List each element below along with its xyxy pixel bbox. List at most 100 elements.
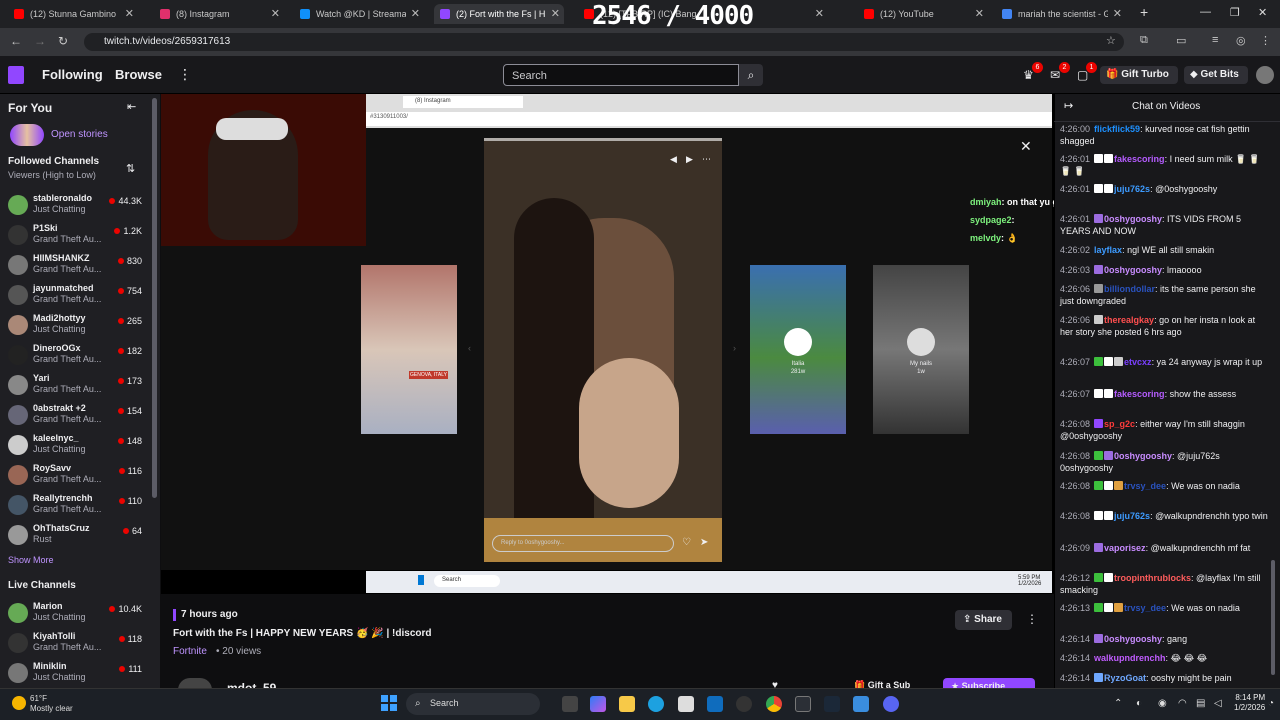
close-stories-icon[interactable]: ✕ [1020, 138, 1032, 155]
nav-browse[interactable]: Browse [115, 67, 162, 82]
forward-icon[interactable]: → [34, 34, 46, 48]
chat-username[interactable]: etvcxz [1124, 357, 1152, 367]
chat-username[interactable]: 0oshygooshy [1104, 214, 1162, 224]
chat-username[interactable]: sp_g2c [1104, 419, 1135, 429]
chat-username[interactable]: trvsy_dee [1124, 603, 1166, 613]
settings-app-icon[interactable] [736, 696, 752, 712]
browser-tab[interactable]: (12) Stunna Gambino ✕ [8, 4, 138, 24]
copilot-icon[interactable] [590, 696, 606, 712]
terminal-icon[interactable] [795, 696, 811, 712]
close-window-icon[interactable]: ✕ [1258, 6, 1267, 19]
share-button[interactable]: ⇪ Share [955, 610, 1012, 630]
sidebar-scrollbar[interactable] [152, 98, 157, 498]
cast-icon[interactable]: ▭ [1176, 34, 1186, 47]
store-icon[interactable] [678, 696, 694, 712]
sidebar-channel[interactable]: RoySavv Grand Theft Au... 116 [0, 463, 150, 493]
profile-icon[interactable]: ◎ [1236, 34, 1246, 47]
sidebar-channel[interactable]: 0abstrakt +2 Grand Theft Au... 154 [0, 403, 150, 433]
send-icon[interactable]: ➤ [700, 537, 708, 548]
network-icon[interactable]: ▤ [1196, 698, 1205, 709]
video-more-icon[interactable]: ⋮ [1026, 612, 1038, 626]
sidebar-channel[interactable]: Marion Just Chatting 10.4K [0, 601, 150, 631]
sidebar-channel[interactable]: jayunmatched Grand Theft Au... 754 [0, 283, 150, 313]
discord-icon[interactable] [883, 696, 899, 712]
tray-app2-icon[interactable]: ◉ [1158, 698, 1167, 709]
sidebar-channel[interactable]: Miniklin Just Chatting 111 [0, 661, 150, 691]
sidebar-channel[interactable]: OhThatsCruz Rust 64 [0, 523, 150, 553]
browser-tab[interactable]: (8) Instagram ✕ [154, 4, 284, 24]
wifi-icon[interactable]: ◠ [1178, 698, 1187, 709]
steam-icon[interactable] [824, 696, 840, 712]
play-icon[interactable]: ▶ [686, 154, 693, 165]
chat-username[interactable]: fakescoring [1114, 154, 1165, 164]
minimize-icon[interactable]: — [1200, 6, 1211, 18]
sidebar-channel[interactable]: HIIMSHANKZ Grand Theft Au... 830 [0, 253, 150, 283]
chat-username[interactable]: trvsy_dee [1124, 481, 1166, 491]
twitch-logo-icon[interactable] [8, 66, 24, 84]
story-thumbnail-1[interactable]: GENOVA, ITALY [361, 265, 457, 434]
expand-chat-icon[interactable]: ↦ [1064, 99, 1073, 112]
chat-username[interactable]: therealgkay [1104, 315, 1154, 325]
open-stories-link[interactable]: Open stories [51, 129, 108, 140]
chat-username[interactable]: walkupndrenchh [1094, 653, 1166, 663]
close-tab-icon[interactable]: ✕ [815, 7, 824, 20]
sidebar-channel[interactable]: kaleelnyc_ Just Chatting 148 [0, 433, 150, 463]
chat-username[interactable]: vaporisez [1104, 543, 1146, 553]
sidebar-channel[interactable]: Madi2hottyy Just Chatting 265 [0, 313, 150, 343]
windows-search[interactable]: Search [406, 693, 540, 715]
more-menu-icon[interactable]: ⋮ [178, 66, 192, 83]
get-bits-button[interactable]: ◆ Get Bits [1184, 66, 1248, 84]
user-avatar[interactable] [1256, 66, 1274, 84]
weather-widget[interactable]: 61°F Mostly clear [30, 694, 73, 714]
sidebar-channel[interactable]: DineroOGx Grand Theft Au... 182 [0, 343, 150, 373]
sidebar-channel[interactable]: KiyahTolli Grand Theft Au... 118 [0, 631, 150, 661]
chat-username[interactable]: 0oshygooshy [1114, 451, 1172, 461]
story-reply-input[interactable]: Reply to 0oshygooshy... [492, 535, 674, 552]
chat-username[interactable]: 0oshygooshy [1104, 265, 1162, 275]
url-input[interactable]: twitch.tv/videos/2659317613 [84, 33, 1124, 51]
tray-chevron-icon[interactable]: ⌃ [1114, 698, 1122, 709]
story-thumbnail-2[interactable]: Italia 281w [750, 265, 846, 434]
maximize-icon[interactable]: ❐ [1230, 6, 1240, 19]
like-icon[interactable]: ♡ [682, 537, 691, 548]
chat-username[interactable]: layflax [1094, 245, 1122, 255]
inbox-icon[interactable]: ✉ [1050, 68, 1060, 82]
chat-scrollbar[interactable] [1271, 560, 1275, 675]
close-tab-icon[interactable]: ✕ [551, 7, 560, 20]
search-input[interactable]: Search [503, 64, 739, 86]
bookmark-star-icon[interactable]: ☆ [1106, 34, 1116, 47]
new-tab-icon[interactable]: + [1140, 4, 1148, 20]
next-story-icon[interactable]: › [733, 343, 736, 353]
media-icon[interactable]: ≡ [1212, 34, 1218, 46]
chat-username[interactable]: fakescoring [1114, 389, 1165, 399]
show-more-link[interactable]: Show More [8, 555, 54, 565]
file-explorer-icon[interactable] [619, 696, 635, 712]
sidebar-channel[interactable]: stableronaldo Just Chatting 44.3K [0, 193, 150, 223]
stories-avatar[interactable] [10, 124, 44, 146]
sidebar-channel[interactable]: Reallytrenchh Grand Theft Au... 110 [0, 493, 150, 523]
chat-username[interactable]: troopinthrublocks [1114, 573, 1191, 583]
task-view-icon[interactable] [562, 696, 578, 712]
edge-icon[interactable] [648, 696, 664, 712]
close-tab-icon[interactable]: ✕ [1113, 7, 1122, 20]
story-thumbnail-3[interactable]: My nails 1w [873, 265, 969, 434]
close-tab-icon[interactable]: ✕ [411, 7, 420, 20]
system-clock[interactable]: 8:14 PM 1/2/2026 [1234, 693, 1265, 713]
close-tab-icon[interactable]: ✕ [271, 7, 280, 20]
prev-story-icon[interactable]: ‹ [468, 343, 471, 353]
nav-following[interactable]: Following [42, 67, 103, 82]
chat-username[interactable]: juju762s [1114, 184, 1150, 194]
sort-icon[interactable]: ⇅ [126, 162, 135, 175]
notification-bell-icon[interactable]: ◔ [1268, 698, 1274, 709]
photos-icon[interactable] [853, 696, 869, 712]
browser-tab[interactable]: (12) YouTube ✕ [858, 4, 988, 24]
search-icon[interactable]: ⌕ [739, 64, 763, 86]
browser-tab[interactable]: (2) Fort with the Fs | H ✕ [434, 4, 564, 24]
chat-username[interactable]: juju762s [1114, 511, 1150, 521]
mute-icon[interactable]: ◀ [670, 154, 677, 165]
browser-tab[interactable]: mariah the scientist - Goo ✕ [996, 4, 1126, 24]
collapse-sidebar-icon[interactable]: ⇤ [127, 100, 136, 113]
weather-icon[interactable] [12, 696, 26, 710]
game-link[interactable]: Fortnite [173, 646, 207, 657]
mail-icon[interactable] [707, 696, 723, 712]
